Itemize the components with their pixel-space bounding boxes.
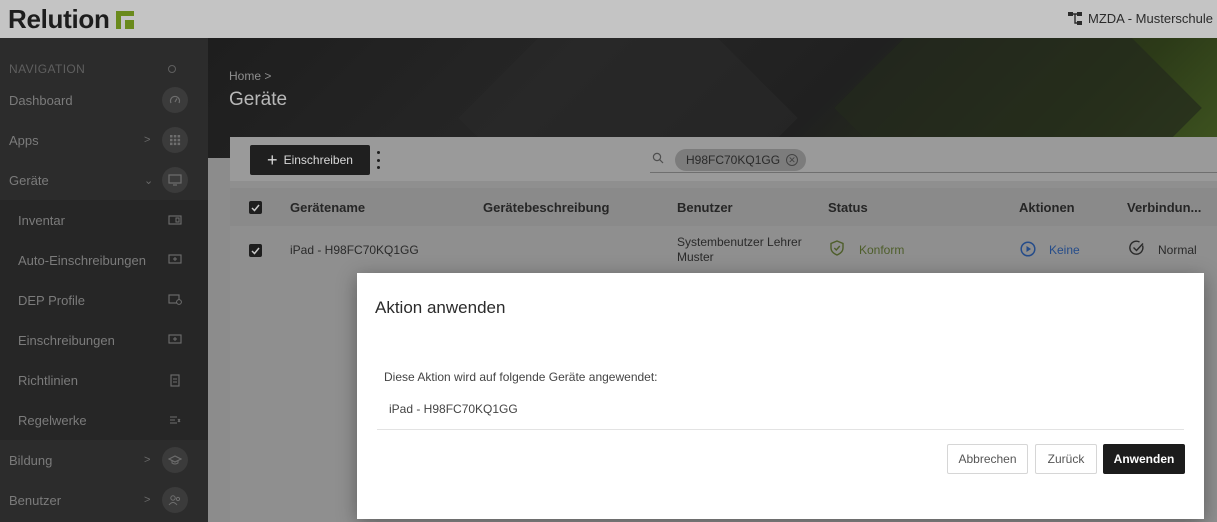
app-name: Relution [8,3,110,34]
chevron-right-icon: > [144,134,151,146]
apply-action-dialog: Aktion anwenden Diese Aktion wird auf fo… [357,273,1204,519]
sidebar-item-benutzer[interactable]: Benutzer > [0,480,208,520]
user-name-line1: Systembenutzer Lehrer [677,235,802,249]
close-icon[interactable]: ✕ [786,154,799,166]
breadcrumb[interactable]: Home > [229,69,271,83]
org-tree-icon [1068,11,1083,25]
table-header: Gerätename Gerätebeschreibung Benutzer S… [230,188,1217,226]
sidebar-item-label: Benutzer [9,492,62,508]
more-options-icon[interactable] [373,151,383,169]
sidebar-item-label: Inventar [18,212,65,228]
row-checkbox[interactable] [249,244,262,257]
sidebar-item-dashboard[interactable]: Dashboard [0,80,208,120]
sidebar-item-regelwerke[interactable]: Regelwerke [0,400,208,440]
sidebar-item-label: Richtlinien [18,372,78,388]
plus-icon: + [267,150,278,170]
chevron-down-icon: ⌄ [144,174,154,187]
select-all-checkbox[interactable] [249,201,262,214]
sidebar: NAVIGATION Dashboard Apps > Geräte ⌄ Inv… [0,38,208,522]
connection-status: Normal [1158,243,1197,257]
sidebar-item-label: Geräte [9,172,49,188]
page-title: Geräte [229,89,288,110]
toolbar: + Einschreiben H98FC70KQ1GG ✕ [230,137,1217,181]
actions-link[interactable]: Keine [1049,243,1080,257]
divider [377,429,1184,430]
status-badge: Konform [859,243,905,257]
enroll-button-label: Einschreiben [283,153,353,167]
sidebar-item-einschreibungen[interactable]: Einschreibungen [0,320,208,360]
navigation-heading: NAVIGATION [9,62,86,76]
column-header-actions[interactable]: Aktionen [1019,200,1075,215]
apps-grid-icon [162,127,188,153]
sidebar-item-label: Dashboard [9,92,73,108]
check-circle-icon [1129,240,1145,259]
education-cap-icon [162,447,188,473]
enrollment-icon [162,327,188,353]
sidebar-item-geraete[interactable]: Geräte ⌄ [0,160,208,200]
dialog-description: Diese Aktion wird auf folgende Geräte an… [384,370,658,384]
column-header-devicename[interactable]: Gerätename [290,200,365,215]
sidebar-item-label: DEP Profile [18,292,85,308]
table-row[interactable]: iPad - H98FC70KQ1GG Systembenutzer Lehre… [230,226,1217,276]
dashboard-gauge-icon [162,87,188,113]
sidebar-item-label: Bildung [9,452,53,468]
app-logo[interactable]: Relution [8,4,134,35]
column-header-description[interactable]: Gerätebeschreibung [483,200,609,215]
chevron-right-icon: > [144,454,151,466]
sidebar-item-inventar[interactable]: Inventar [0,200,208,240]
navigation-pin-icon[interactable] [168,65,176,73]
relution-logo-icon [115,11,134,29]
sidebar-item-auto-einschreibungen[interactable]: Auto-Einschreibungen [0,240,208,280]
inventory-icon [162,207,188,233]
column-header-connection[interactable]: Verbindun... [1127,200,1201,215]
users-icon [162,487,188,513]
cancel-button[interactable]: Abbrechen [947,444,1028,474]
back-button[interactable]: Zurück [1035,444,1097,474]
play-circle-icon[interactable] [1020,241,1036,260]
search-icon [652,152,664,164]
sidebar-item-apps[interactable]: Apps > [0,120,208,160]
sidebar-item-dep-profile[interactable]: DEP Profile [0,280,208,320]
sidebar-item-label: Auto-Einschreibungen [18,252,146,268]
search-filter-chip: H98FC70KQ1GG ✕ [675,149,807,171]
column-header-user[interactable]: Benutzer [677,200,733,215]
ruleset-icon [162,407,188,433]
dialog-device-item: iPad - H98FC70KQ1GG [389,402,518,416]
dialog-title: Aktion anwenden [375,298,506,317]
search-input[interactable]: H98FC70KQ1GG ✕ [650,147,1217,173]
devices-icon [162,167,188,193]
dep-profile-icon [162,287,188,313]
chevron-right-icon: > [144,494,151,506]
column-header-status[interactable]: Status [828,200,868,215]
sidebar-item-label: Regelwerke [18,412,87,428]
policy-icon [162,367,188,393]
apply-button[interactable]: Anwenden [1103,444,1185,474]
sidebar-item-bildung[interactable]: Bildung > [0,440,208,480]
shield-check-icon [830,240,844,259]
enroll-button[interactable]: + Einschreiben [250,145,370,175]
device-name[interactable]: iPad - H98FC70KQ1GG [290,243,419,257]
user-name-line2: Muster [677,250,714,264]
auto-enroll-icon [162,247,188,273]
sidebar-item-label: Apps [9,132,39,148]
search-filter-chip-label: H98FC70KQ1GG [686,153,781,167]
sidebar-item-label: Einschreibungen [18,332,115,348]
sidebar-item-richtlinien[interactable]: Richtlinien [0,360,208,400]
organization-name: MZDA - Musterschule [1088,11,1213,26]
organization-switcher[interactable]: MZDA - Musterschule [1068,11,1213,26]
top-bar: Relution MZDA - Musterschule [0,0,1217,38]
